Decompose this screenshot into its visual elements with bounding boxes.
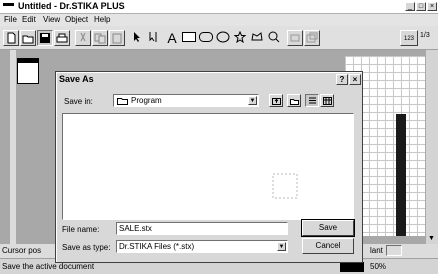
- save-icon: [40, 33, 50, 43]
- open-button[interactable]: [20, 30, 36, 46]
- rounded-rect-icon: [199, 32, 213, 42]
- select-arrow-icon: [134, 32, 140, 42]
- cancel-button[interactable]: Cancel: [302, 238, 354, 254]
- node-tool[interactable]: [147, 30, 163, 46]
- new-icon: [7, 32, 16, 44]
- menu-file[interactable]: File: [4, 15, 17, 24]
- numbering-button[interactable]: 123: [400, 30, 418, 46]
- up-folder-icon: [272, 98, 281, 105]
- zoom-tool[interactable]: [266, 30, 282, 46]
- paste-icon: [112, 33, 122, 44]
- new-button[interactable]: [3, 30, 19, 46]
- plant-label: lant: [370, 246, 383, 255]
- file-type-dropdown[interactable]: Dr.STIKA Files (*.stx) ▼: [116, 240, 288, 253]
- file-name-input[interactable]: SALE.stx: [116, 222, 288, 235]
- save-tool-button[interactable]: [37, 30, 53, 46]
- align-button[interactable]: [287, 30, 303, 46]
- save-in-label: Save in:: [64, 97, 93, 106]
- toolbar: A 123 1/3: [0, 26, 438, 50]
- cut-icon: [80, 32, 86, 42]
- minimize-button[interactable]: _: [405, 2, 415, 11]
- rectangle-tool[interactable]: [181, 30, 197, 46]
- star-tool[interactable]: [232, 30, 248, 46]
- list-view-icon: [309, 97, 316, 104]
- rounded-rect-tool[interactable]: [198, 30, 214, 46]
- save-button[interactable]: Save: [301, 219, 355, 237]
- folder-icon: [117, 98, 128, 105]
- cursor-position-label: Cursor pos: [2, 246, 42, 255]
- menu-view[interactable]: View: [43, 15, 60, 24]
- group-icon: [306, 32, 318, 43]
- save-in-value: Program: [131, 96, 162, 105]
- zoom-level: 50%: [370, 262, 387, 271]
- file-list[interactable]: [62, 113, 354, 220]
- menu-help[interactable]: Help: [94, 15, 110, 24]
- ellipse-tool[interactable]: [215, 30, 231, 46]
- menu-bar: File Edit View Object Help: [0, 14, 438, 26]
- cut-button[interactable]: [75, 30, 91, 46]
- group-button[interactable]: [304, 30, 320, 46]
- list-view-button[interactable]: [305, 94, 319, 107]
- status-message: Save the active document: [2, 262, 95, 271]
- file-type-value: Dr.STIKA Files (*.stx): [119, 242, 195, 251]
- align-icon: [290, 34, 300, 42]
- copy-button[interactable]: [92, 30, 108, 46]
- up-folder-button[interactable]: [269, 94, 283, 107]
- star-icon: [233, 31, 247, 43]
- progress-indicator: [340, 262, 364, 272]
- polygon-icon: [251, 32, 263, 41]
- polygon-tool[interactable]: [249, 30, 265, 46]
- details-view-icon: [323, 97, 332, 105]
- text-tool-icon[interactable]: A: [164, 30, 180, 46]
- page-shadow: [396, 114, 406, 236]
- window-title: Untitled - Dr.STIKA PLUS: [18, 1, 125, 11]
- plant-field: [386, 245, 402, 256]
- new-folder-icon: [290, 99, 299, 105]
- vertical-scrollbar[interactable]: ▼: [426, 50, 438, 244]
- selection-marquee: [272, 173, 298, 199]
- vertical-ruler: [10, 50, 16, 244]
- title-bar: Untitled - Dr.STIKA PLUS _ □ ×: [0, 0, 438, 14]
- copy-icon: [94, 33, 106, 44]
- menu-edit[interactable]: Edit: [22, 15, 36, 24]
- paste-button[interactable]: [109, 30, 125, 46]
- save-as-dialog: Save As ? × Save in: Program ▼ File name…: [55, 71, 363, 263]
- file-name-label: File name:: [62, 225, 100, 234]
- help-button[interactable]: ?: [336, 74, 348, 85]
- print-icon: [56, 33, 68, 43]
- open-icon: [22, 35, 34, 44]
- menu-object[interactable]: Object: [65, 15, 88, 24]
- zoom-icon: [268, 31, 280, 43]
- save-as-type-label: Save as type:: [62, 243, 111, 252]
- fraction-button[interactable]: 1/3: [420, 32, 436, 39]
- maximize-button[interactable]: □: [416, 2, 426, 11]
- app-icon: [3, 3, 14, 6]
- page-thumbnail[interactable]: [17, 58, 39, 84]
- node-arrow-icon: [149, 32, 157, 42]
- details-view-button[interactable]: [320, 94, 334, 107]
- close-button[interactable]: ×: [427, 2, 437, 11]
- page-header-bar: [18, 59, 38, 63]
- save-in-dropdown[interactable]: Program ▼: [113, 94, 259, 107]
- new-folder-button[interactable]: [287, 94, 301, 107]
- scroll-down-arrow-icon[interactable]: ▼: [428, 235, 435, 242]
- rectangle-icon: [182, 32, 196, 42]
- print-button[interactable]: [54, 30, 70, 46]
- chevron-down-icon[interactable]: ▼: [277, 242, 286, 251]
- dialog-title: Save As: [59, 74, 94, 84]
- file-name-value: SALE.stx: [119, 224, 152, 233]
- chevron-down-icon[interactable]: ▼: [248, 96, 257, 105]
- ellipse-icon: [216, 31, 230, 43]
- select-tool[interactable]: [130, 30, 146, 46]
- dialog-close-button[interactable]: ×: [349, 74, 361, 85]
